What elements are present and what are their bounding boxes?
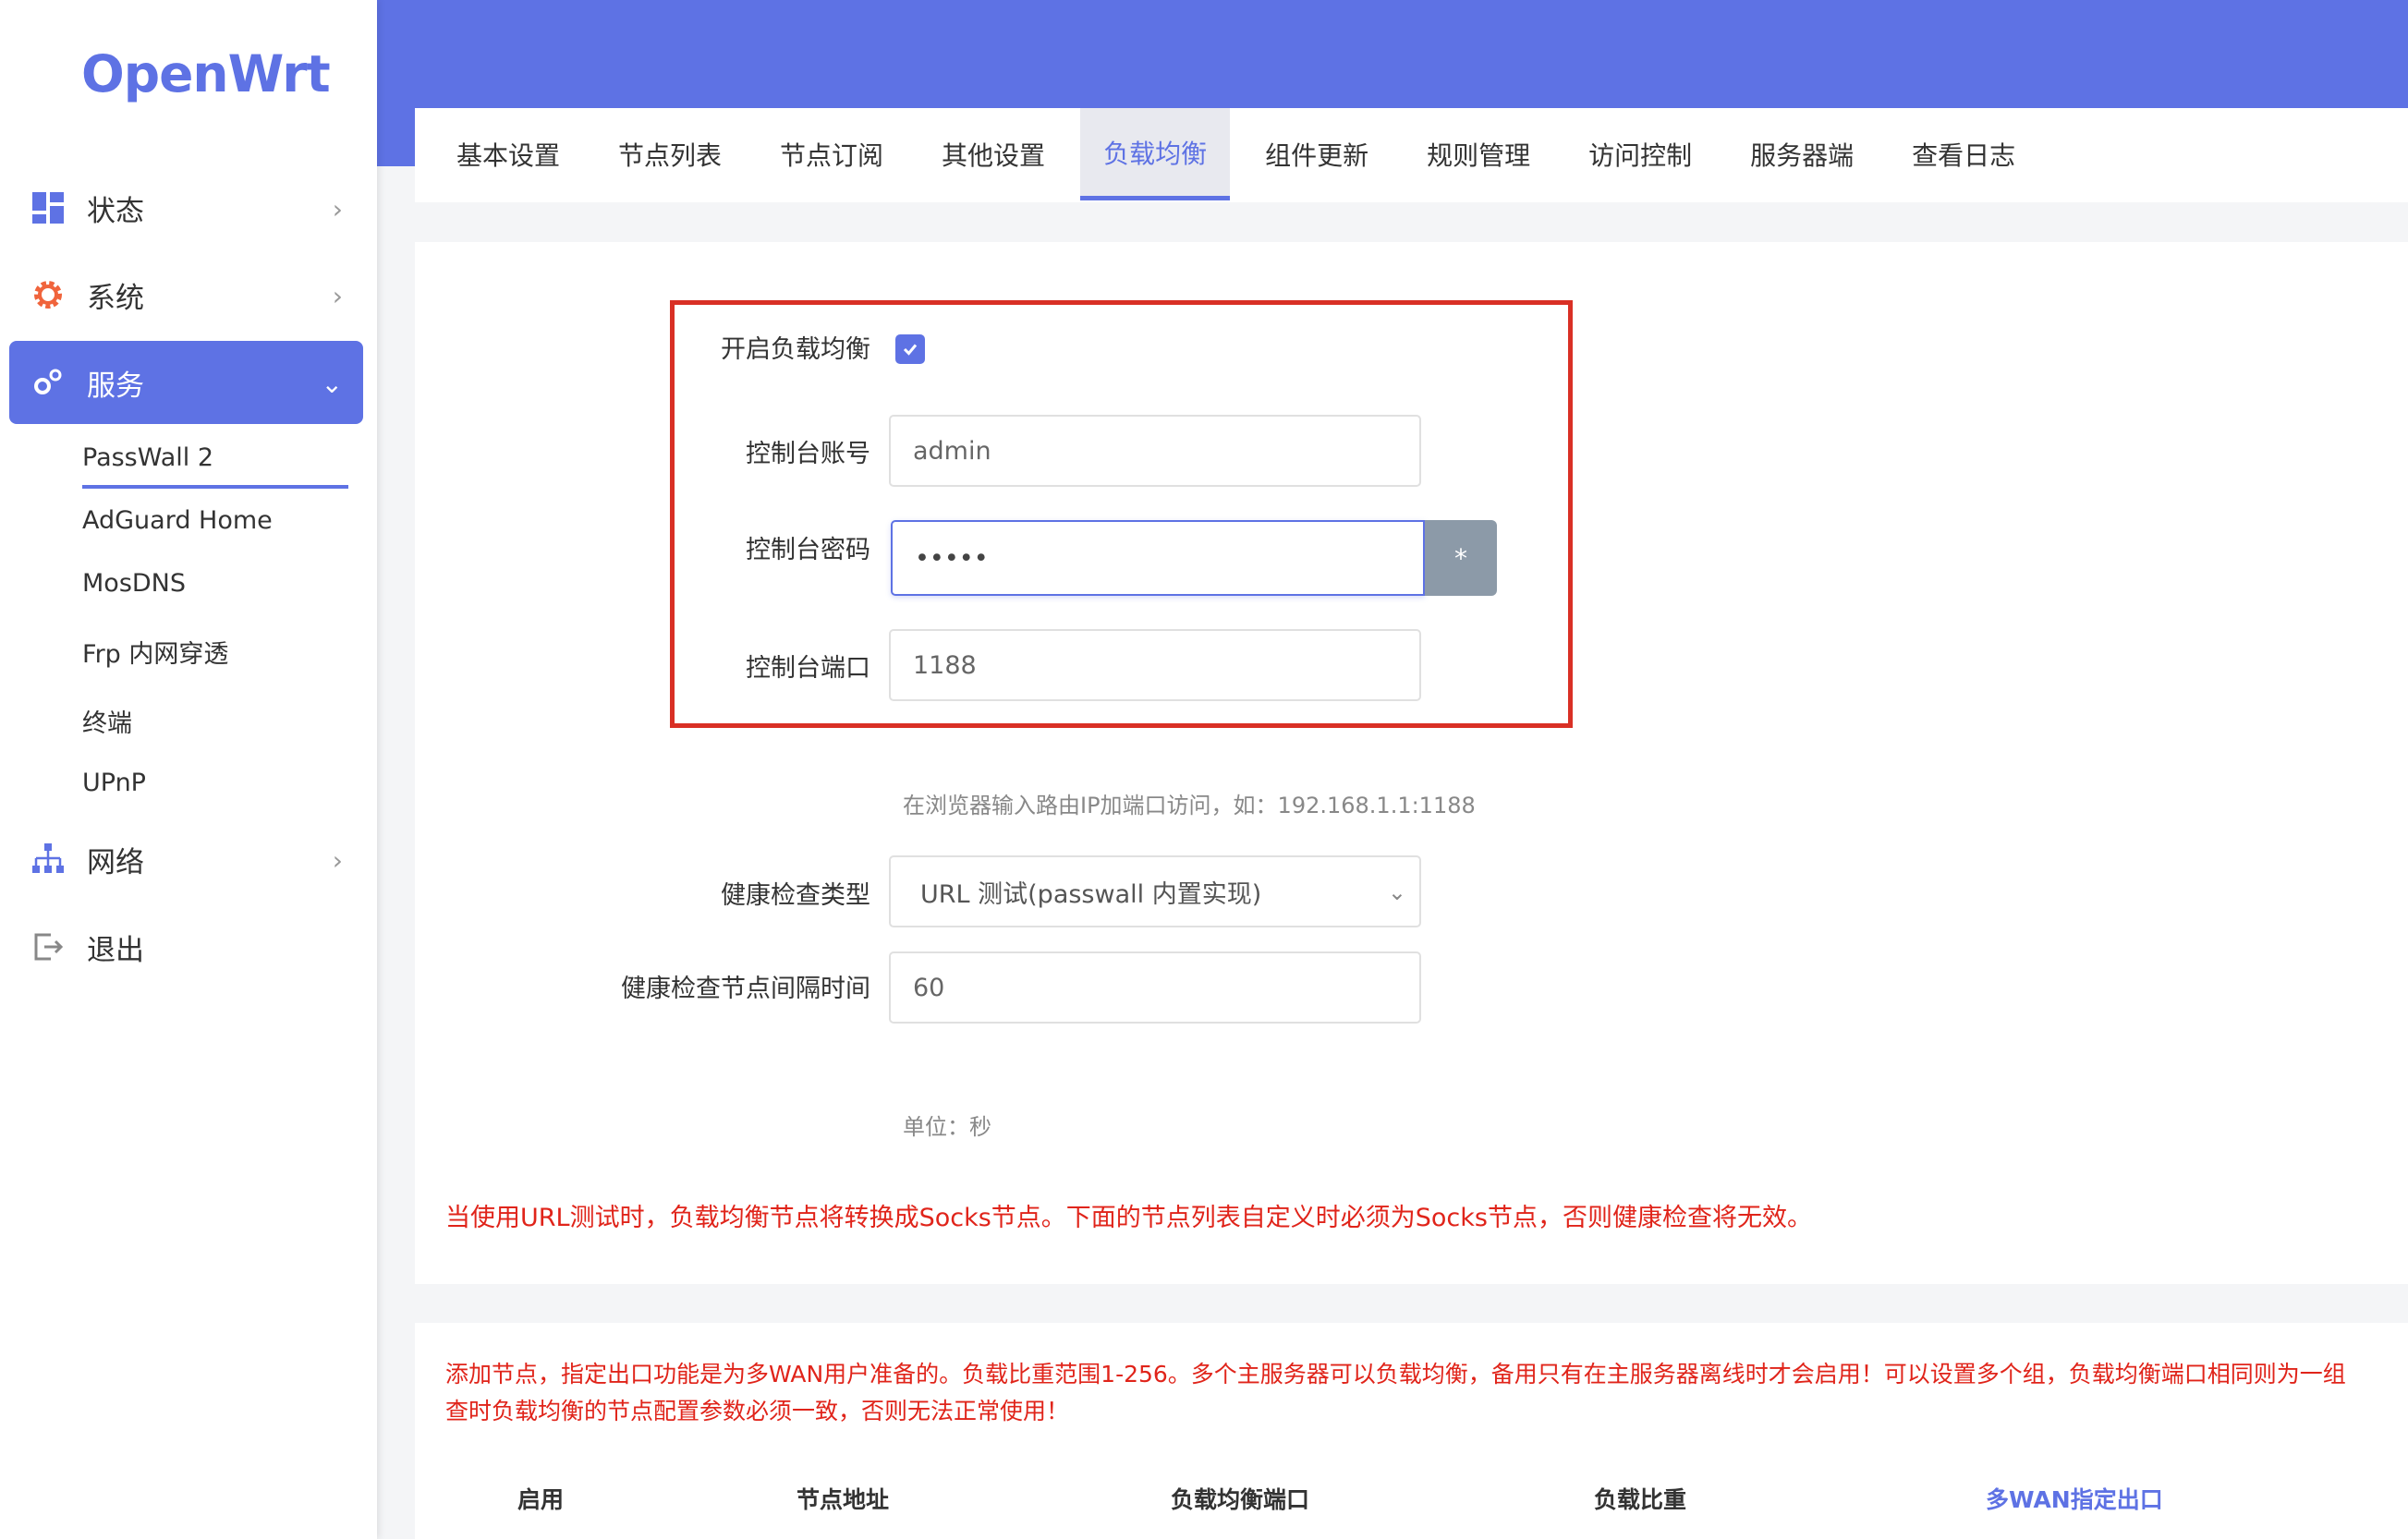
sidebar-item-services[interactable]: 服务 ⌄ — [9, 341, 363, 424]
active-subitem-indicator — [82, 485, 348, 489]
console-account-label: 控制台账号 — [746, 440, 870, 468]
network-icon — [30, 841, 67, 878]
console-port-input[interactable]: 1188 — [889, 629, 1421, 701]
tab-server[interactable]: 服务器端 — [1727, 108, 1877, 200]
sidebar-item-network[interactable]: 网络 › — [9, 818, 363, 901]
tab-bar: 基本设置 节点列表 节点订阅 其他设置 负载均衡 组件更新 规则管理 访问控制 … — [415, 108, 2408, 202]
sidebar-item-label: 退出 — [87, 933, 144, 967]
health-check-type-label: 健康检查类型 — [721, 881, 870, 910]
node-config-note-line1: 添加节点，指定出口功能是为多WAN用户准备的。负载比重范围1-256。多个主服务… — [445, 1361, 2346, 1388]
console-password-label: 控制台密码 — [746, 536, 870, 564]
sidebar-subitem-passwall2[interactable]: PassWall 2 — [82, 443, 213, 472]
tab-rule-management[interactable]: 规则管理 — [1404, 108, 1553, 200]
health-check-type-select[interactable]: URL 测试(passwall 内置实现) ⌄ — [889, 855, 1421, 927]
enable-load-balance-label: 开启负载均衡 — [721, 335, 870, 364]
tab-view-logs[interactable]: 查看日志 — [1889, 108, 2038, 200]
node-config-note-line2: 查时负载均衡的节点配置参数必须一致，否则无法正常使用！ — [445, 1398, 1070, 1424]
sidebar-subitem-terminal[interactable]: 终端 — [82, 703, 132, 739]
port-hint: 在浏览器输入路由IP加端口访问，如：192.168.1.1:1188 — [903, 793, 1476, 818]
sidebar-item-system[interactable]: 系统 › — [9, 253, 363, 336]
logout-icon — [30, 928, 67, 965]
sidebar-item-status[interactable]: 状态 › — [9, 166, 363, 249]
dashboard-icon — [30, 189, 67, 226]
health-check-interval-input[interactable]: 60 — [889, 951, 1421, 1024]
app-logo[interactable]: OpenWrt — [81, 44, 331, 103]
sidebar: OpenWrt 状态 › 系统 › 服务 ⌄ PassWall 2 AdGuar… — [0, 0, 377, 1539]
enable-load-balance-checkbox[interactable] — [895, 334, 925, 364]
tab-access-control[interactable]: 访问控制 — [1565, 108, 1715, 200]
console-port-label: 控制台端口 — [746, 654, 870, 683]
sidebar-subitem-frp[interactable]: Frp 内网穿透 — [82, 634, 228, 670]
health-check-type-value: URL 测试(passwall 内置实现) — [920, 879, 1262, 909]
chevron-right-icon: › — [332, 194, 343, 224]
tab-load-balancing[interactable]: 负载均衡 — [1080, 108, 1231, 200]
column-header-wan-exit[interactable]: 多WAN指定出口 — [1986, 1482, 2163, 1515]
services-icon — [30, 364, 67, 401]
gear-icon — [30, 276, 67, 313]
column-header-weight: 负载比重 — [1594, 1486, 1687, 1513]
column-header-node-address: 节点地址 — [797, 1486, 890, 1513]
unit-hint: 单位：秒 — [903, 1114, 991, 1140]
sidebar-subitem-upnp[interactable]: UPnP — [82, 769, 146, 797]
chevron-down-icon: ⌄ — [1387, 879, 1406, 905]
sidebar-item-logout[interactable]: 退出 — [9, 905, 363, 988]
tab-basic-settings[interactable]: 基本设置 — [433, 108, 583, 200]
tab-node-subscribe[interactable]: 节点订阅 — [757, 108, 906, 200]
reveal-password-button[interactable]: * — [1425, 520, 1497, 596]
sidebar-item-label: 网络 — [87, 845, 144, 879]
check-icon — [903, 344, 918, 356]
column-header-lb-port: 负载均衡端口 — [1171, 1486, 1310, 1513]
console-password-input[interactable]: ••••• — [891, 520, 1425, 596]
sidebar-item-label: 服务 — [87, 369, 144, 403]
chevron-right-icon: › — [332, 845, 343, 876]
health-check-interval-label: 健康检查节点间隔时间 — [621, 975, 870, 1003]
tab-node-list[interactable]: 节点列表 — [595, 108, 745, 200]
url-test-warning: 当使用URL测试时，负载均衡节点将转换成Socks节点。下面的节点列表自定义时必… — [445, 1204, 1812, 1232]
chevron-down-icon: ⌄ — [321, 369, 343, 399]
tab-component-update[interactable]: 组件更新 — [1242, 108, 1392, 200]
tab-other-settings[interactable]: 其他设置 — [918, 108, 1068, 200]
sidebar-subitem-mosdns[interactable]: MosDNS — [82, 569, 186, 598]
sidebar-item-label: 状态 — [87, 194, 144, 228]
chevron-right-icon: › — [332, 281, 343, 311]
sidebar-item-label: 系统 — [87, 281, 144, 315]
column-header-enable: 启用 — [517, 1486, 565, 1513]
console-account-input[interactable]: admin — [889, 415, 1421, 487]
sidebar-subitem-adguard[interactable]: AdGuard Home — [82, 506, 273, 535]
